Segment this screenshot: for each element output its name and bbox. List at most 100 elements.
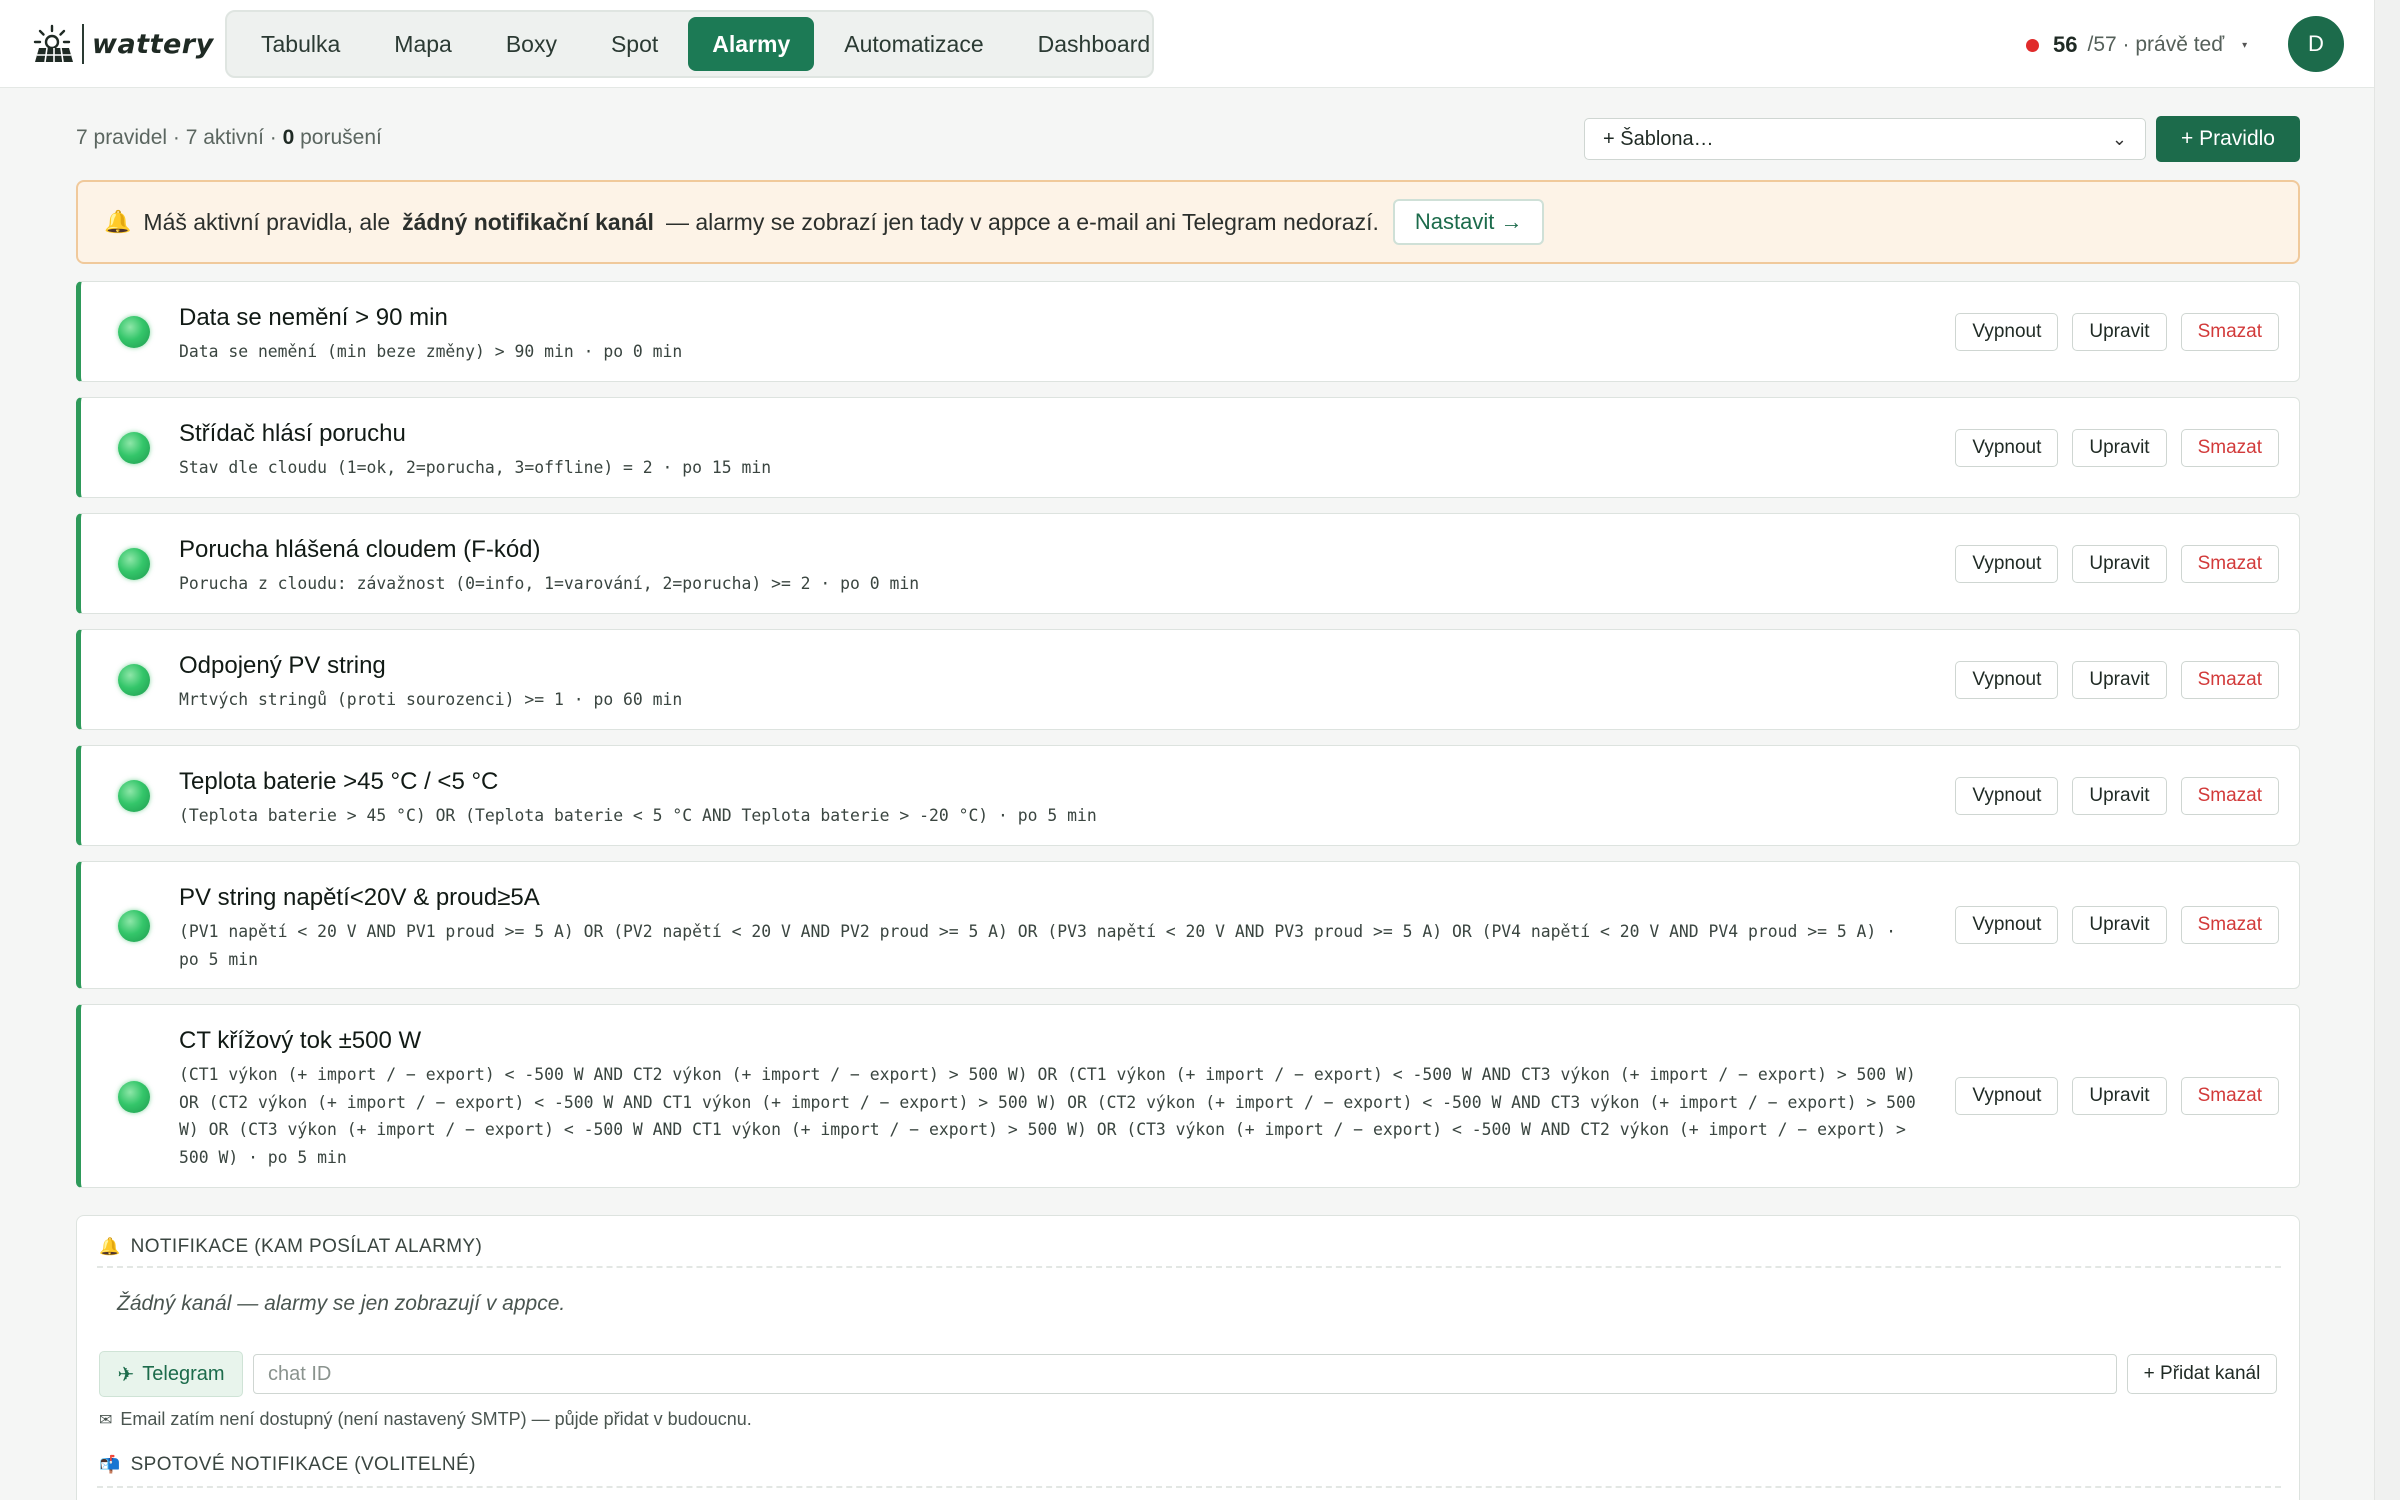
delete-rule-button[interactable]: Smazat [2180,906,2279,944]
banner-text-after: — alarmy se zobrazí jen tady v appce a e… [665,208,1379,235]
rule-card: PV string napětí<20V & proud≥5A (PV1 nap… [76,861,2300,989]
notifications-heading: 🔔 NOTIFIKACE (KAM POSÍLAT ALARMY) [99,1236,482,1258]
rule-condition: (PV1 napětí < 20 V AND PV1 proud >= 5 A)… [179,922,1897,969]
delete-rule-button[interactable]: Smazat [2180,313,2279,351]
edit-rule-button[interactable]: Upravit [2072,1077,2167,1115]
summary-suffix: porušení [294,126,382,149]
rule-actions: Vypnout Upravit Smazat [1955,1077,2279,1115]
user-avatar[interactable]: D [2288,16,2344,72]
tab-tabulka[interactable]: Tabulka [237,17,364,71]
add-rule-button[interactable]: + Pravidlo [2156,116,2300,162]
rule-title: PV string napětí<20V & proud≥5A [179,884,540,911]
delete-rule-button[interactable]: Smazat [2180,661,2279,699]
rule-actions: Vypnout Upravit Smazat [1955,313,2279,351]
rules-summary: 7 pravidel · 7 aktivní · 0 porušení [76,126,382,150]
rule-card: Teplota baterie >45 °C / <5 °C (Teplota … [76,745,2300,846]
tab-dashboard[interactable]: Dashboard [1014,17,1175,71]
rule-title: Porucha hlášená cloudem (F-kód) [179,536,541,563]
tab-boxy[interactable]: Boxy [482,17,581,71]
delete-rule-button[interactable]: Smazat [2180,1077,2279,1115]
edit-rule-button[interactable]: Upravit [2072,777,2167,815]
telegram-channel-button[interactable]: ✈ Telegram [99,1351,243,1397]
notifications-panel: 🔔 NOTIFIKACE (KAM POSÍLAT ALARMY) Žádný … [76,1215,2300,1500]
rule-active-indicator-icon [118,780,150,812]
delete-rule-button[interactable]: Smazat [2180,777,2279,815]
logo-divider [82,24,84,64]
solar-logo-icon [33,24,73,63]
delete-rule-button[interactable]: Smazat [2180,429,2279,467]
mailbox-icon: 📬 [99,1455,121,1474]
rule-actions: Vypnout Upravit Smazat [1955,777,2279,815]
rule-active-indicator-icon [118,548,150,580]
rule-condition: Stav dle cloudu (1=ok, 2=porucha, 3=offl… [179,458,772,477]
rule-condition: Data se nemění (min beze změny) > 90 min… [179,342,683,361]
edit-rule-button[interactable]: Upravit [2072,429,2167,467]
disable-rule-button[interactable]: Vypnout [1955,906,2059,944]
rule-condition: (Teplota baterie > 45 °C) OR (Teplota ba… [179,806,1097,825]
rule-title: Odpojený PV string [179,652,386,679]
setup-channel-button[interactable]: Nastavit → [1392,199,1545,245]
rule-actions: Vypnout Upravit Smazat [1955,906,2279,944]
send-icon: ✈ [117,1363,135,1386]
rule-title: CT křížový tok ±500 W [179,1027,422,1054]
notifications-heading-text: NOTIFIKACE (KAM POSÍLAT ALARMY) [130,1236,483,1257]
banner-bold-text: žádný notifikační kanál [402,208,654,235]
rule-card: CT křížový tok ±500 W (CT1 výkon (+ impo… [76,1004,2300,1188]
chevron-down-icon: ⌄ [2111,128,2127,149]
delete-rule-button[interactable]: Smazat [2180,545,2279,583]
disable-rule-button[interactable]: Vypnout [1955,429,2059,467]
email-note-text: Email zatím není dostupný (není nastaven… [120,1409,752,1429]
rule-condition: Porucha z cloudu: závažnost (0=info, 1=v… [179,574,920,593]
rule-actions: Vypnout Upravit Smazat [1955,661,2279,699]
rule-actions: Vypnout Upravit Smazat [1955,429,2279,467]
no-channel-text: Žádný kanál — alarmy se jen zobrazují v … [117,1292,566,1315]
top-bar: wattery Tabulka Mapa Boxy Spot Alarmy Au… [0,0,2374,88]
template-select-value: + Šablona… [1603,127,1714,150]
edit-rule-button[interactable]: Upravit [2072,661,2167,699]
tab-mapa[interactable]: Mapa [370,17,476,71]
status-text: /57 · právě teď [2087,33,2225,56]
tab-alarmy[interactable]: Alarmy [688,17,815,71]
tab-spot[interactable]: Spot [587,17,682,71]
rule-title: Střídač hlásí poruchu [179,420,406,447]
section-divider [97,1266,2281,1268]
rule-active-indicator-icon [118,910,150,942]
brand-logo[interactable]: wattery [32,20,214,68]
envelope-icon: ✉ [99,1411,113,1429]
section-divider [97,1486,2281,1488]
telegram-label: Telegram [142,1362,225,1385]
chat-id-input[interactable] [253,1354,2117,1394]
add-channel-button[interactable]: + Přidat kanál [2127,1354,2277,1394]
edit-rule-button[interactable]: Upravit [2072,545,2167,583]
rule-active-indicator-icon [118,316,150,348]
disable-rule-button[interactable]: Vypnout [1955,313,2059,351]
rule-card: Odpojený PV string Mrtvých stringů (prot… [76,629,2300,730]
email-unavailable-note: ✉ Email zatím není dostupný (není nastav… [99,1409,752,1430]
spot-notifications-heading: 📬 SPOTOVÉ NOTIFIKACE (VOLITELNÉ) [99,1454,476,1476]
status-dot-icon [2026,38,2039,52]
bell-icon: 🔔 [104,209,132,234]
rule-card: Porucha hlášená cloudem (F-kód) Porucha … [76,513,2300,614]
disable-rule-button[interactable]: Vypnout [1955,545,2059,583]
rule-title: Teplota baterie >45 °C / <5 °C [179,768,499,795]
violations-count: 0 [282,126,295,149]
rule-actions: Vypnout Upravit Smazat [1955,545,2279,583]
disable-rule-button[interactable]: Vypnout [1955,777,2059,815]
page-scrollbar[interactable] [2374,0,2400,1500]
rule-title: Data se nemění > 90 min [179,304,448,331]
rule-active-indicator-icon [118,664,150,696]
tab-automatizace[interactable]: Automatizace [820,17,1007,71]
edit-rule-button[interactable]: Upravit [2072,313,2167,351]
live-status[interactable]: 56 /57 · právě teď ▾ [2026,28,2247,62]
disable-rule-button[interactable]: Vypnout [1955,661,2059,699]
summary-counts: 7 pravidel · 7 aktivní · [76,126,283,149]
disable-rule-button[interactable]: Vypnout [1955,1077,2059,1115]
main-nav: Tabulka Mapa Boxy Spot Alarmy Automatiza… [225,10,1154,78]
rule-condition: Mrtvých stringů (proti sourozenci) >= 1 … [179,690,683,709]
rule-active-indicator-icon [118,432,150,464]
template-select[interactable]: + Šablona… ⌄ [1584,118,2146,160]
bell-icon: 🔔 [99,1237,121,1256]
no-channel-warning: 🔔 Máš aktivní pravidla, ale žádný notifi… [76,180,2300,264]
rule-card: Střídač hlásí poruchu Stav dle cloudu (1… [76,397,2300,498]
edit-rule-button[interactable]: Upravit [2072,906,2167,944]
